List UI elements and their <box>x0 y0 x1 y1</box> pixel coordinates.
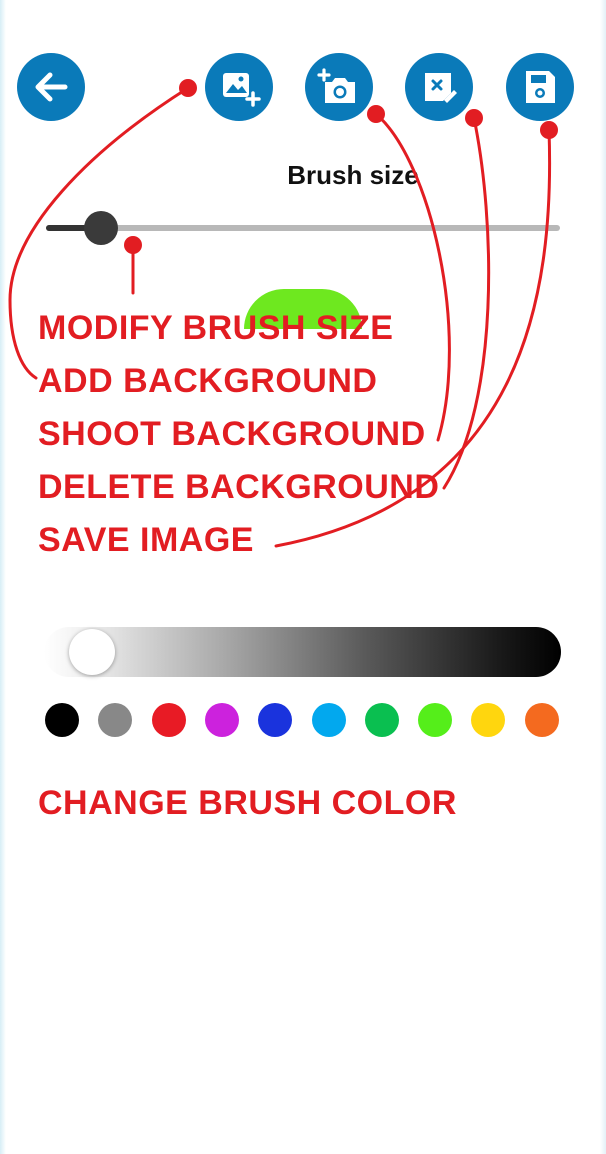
brush-size-track <box>46 225 560 231</box>
color-swatch-9[interactable] <box>471 703 506 737</box>
leader-dot-delete-background <box>465 109 483 127</box>
color-swatch-2[interactable] <box>98 703 133 737</box>
brush-shade-slider[interactable] <box>44 627 561 677</box>
add-background-button[interactable] <box>205 53 273 121</box>
camera-add-icon <box>317 68 355 103</box>
leader-dot-brush-size <box>124 236 142 254</box>
brush-shade-thumb[interactable] <box>69 629 116 675</box>
shoot-background-button[interactable] <box>305 53 373 121</box>
color-swatches <box>0 703 606 737</box>
delete-background-button[interactable] <box>405 53 473 121</box>
leader-dot-shoot-background <box>367 105 385 123</box>
color-swatch-4[interactable] <box>204 703 239 737</box>
color-swatch-7[interactable] <box>364 703 399 737</box>
save-image-button[interactable] <box>506 53 574 121</box>
brush-size-thumb[interactable] <box>84 211 119 245</box>
annotation-change-brush-color: CHANGE BRUSH COLOR <box>38 784 457 822</box>
back-button[interactable] <box>17 53 85 121</box>
image-delete-icon <box>425 73 457 103</box>
annotation-shoot-background: SHOOT BACKGROUND <box>38 415 426 453</box>
brush-size-label: Brush size <box>287 160 419 190</box>
arrow-left-icon <box>35 72 68 102</box>
color-swatch-6[interactable] <box>311 703 346 737</box>
leader-dot-save-image <box>540 121 558 139</box>
color-swatch-8[interactable] <box>418 703 453 737</box>
color-swatch-3[interactable] <box>151 703 186 737</box>
color-swatch-5[interactable] <box>258 703 293 737</box>
leader-dot-add-background <box>179 79 197 97</box>
save-icon <box>526 71 555 103</box>
annotation-save-image: SAVE IMAGE <box>38 521 254 559</box>
brush-size-slider[interactable] <box>46 211 560 245</box>
annotation-modify-brush-size: MODIFY BRUSH SIZE <box>38 309 394 347</box>
annotation-delete-background: DELETE BACKGROUND <box>38 468 440 506</box>
annotation-add-background: ADD BACKGROUND <box>38 362 378 400</box>
color-swatch-10[interactable] <box>524 703 559 737</box>
image-add-icon <box>223 73 261 107</box>
color-swatch-1[interactable] <box>45 703 79 737</box>
